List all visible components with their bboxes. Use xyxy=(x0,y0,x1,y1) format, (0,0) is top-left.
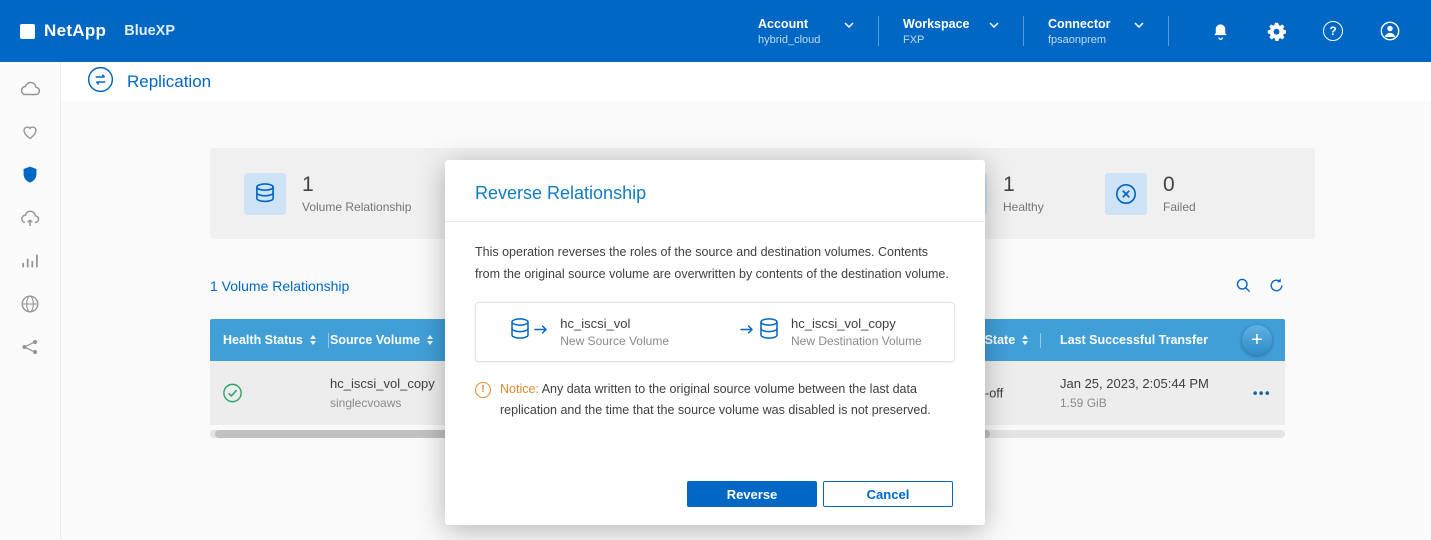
gear-icon[interactable] xyxy=(1266,21,1287,42)
header-menus: Account hybrid_cloud Workspace FXP Conne… xyxy=(734,0,1169,62)
volume-relationship-card: 1 Volume Relationship xyxy=(244,148,411,239)
chevron-down-icon xyxy=(989,17,999,31)
new-source-volume-name: hc_iscsi_vol xyxy=(560,316,669,331)
page-header: Replication xyxy=(61,62,1431,101)
sort-icon[interactable] xyxy=(1022,335,1028,345)
column-divider xyxy=(328,333,329,348)
user-icon[interactable] xyxy=(1379,20,1401,42)
help-icon[interactable]: ? xyxy=(1323,21,1343,41)
question-mark-glyph: ? xyxy=(1323,21,1343,41)
replication-icon xyxy=(87,66,114,98)
volume-relationship-count: 1 xyxy=(302,174,411,195)
brand-name: NetApp xyxy=(44,21,106,41)
sort-icon[interactable] xyxy=(427,335,433,345)
healthy-status-icon xyxy=(221,382,244,405)
globe-icon[interactable] xyxy=(17,291,43,317)
reverse-button[interactable]: Reverse xyxy=(687,481,817,507)
failed-cross-icon xyxy=(1105,173,1147,215)
source-volume-cell: hc_iscsi_vol_copy singlecvoaws xyxy=(330,376,435,410)
warning-icon: ! xyxy=(475,382,491,398)
chevron-down-icon xyxy=(1134,17,1144,31)
new-destination-volume-name: hc_iscsi_vol_copy xyxy=(791,316,922,331)
last-transfer-date: Jan 25, 2023, 2:05:44 PM xyxy=(1060,376,1209,391)
shield-icon[interactable] xyxy=(17,162,43,188)
last-transfer-size: 1.59 GiB xyxy=(1060,396,1209,410)
brand-product: BlueXP xyxy=(124,23,175,39)
dialog-title: Reverse Relationship xyxy=(475,183,955,204)
cancel-button[interactable]: Cancel xyxy=(823,481,953,507)
search-icon[interactable] xyxy=(1235,277,1252,294)
page-title: Replication xyxy=(127,72,211,92)
last-transfer-cell: Jan 25, 2023, 2:05:44 PM 1.59 GiB xyxy=(1060,376,1209,410)
dialog-footer: Reverse Cancel xyxy=(687,481,953,507)
failed-count: 0 xyxy=(1163,174,1196,195)
connector-menu-label: Connector xyxy=(1048,17,1111,31)
cloud-icon[interactable] xyxy=(17,76,43,102)
dialog-description: This operation reverses the roles of the… xyxy=(475,242,955,286)
volume-stack-icon xyxy=(244,173,286,215)
left-nav xyxy=(0,62,61,540)
new-destination-volume: hc_iscsi_vol_copy New Destination Volume xyxy=(739,316,922,348)
bar-chart-icon[interactable] xyxy=(17,248,43,274)
account-menu-label: Account xyxy=(758,17,808,31)
sort-icon[interactable] xyxy=(310,335,316,345)
workspace-menu[interactable]: Workspace FXP xyxy=(879,17,1023,46)
notice-text: Any data written to the original source … xyxy=(500,382,931,417)
failed-label: Failed xyxy=(1163,200,1196,214)
new-destination-volume-role: New Destination Volume xyxy=(791,334,922,348)
new-source-volume: hc_iscsi_vol New Source Volume xyxy=(508,316,669,348)
new-source-volume-role: New Source Volume xyxy=(560,334,669,348)
add-relationship-button[interactable]: + xyxy=(1242,325,1272,355)
source-volume-name: hc_iscsi_vol_copy xyxy=(330,376,435,391)
column-header-last-transfer[interactable]: Last Successful Transfer xyxy=(1060,319,1208,361)
cloud-sync-icon[interactable] xyxy=(17,205,43,231)
netapp-logo-icon xyxy=(20,24,35,39)
account-menu-value: hybrid_cloud xyxy=(758,34,854,46)
bell-icon[interactable] xyxy=(1211,21,1230,42)
source-volume-icon xyxy=(508,316,550,348)
header-icon-group: ? xyxy=(1169,20,1431,42)
notice-banner: ! Notice: Any data written to the origin… xyxy=(475,379,955,422)
chevron-down-icon xyxy=(844,17,854,31)
list-caption: 1 Volume Relationship xyxy=(210,278,349,294)
column-label: Health Status xyxy=(223,333,303,347)
nodes-icon[interactable] xyxy=(17,334,43,360)
workspace-menu-value: FXP xyxy=(903,34,999,46)
column-label: Source Volume xyxy=(330,333,420,347)
reverse-relationship-dialog: Reverse Relationship This operation reve… xyxy=(445,160,985,525)
dialog-header: Reverse Relationship xyxy=(445,160,985,222)
destination-volume-icon xyxy=(739,316,781,348)
app-header: NetApp BlueXP Account hybrid_cloud Works… xyxy=(0,0,1431,62)
brand: NetApp BlueXP xyxy=(0,21,175,41)
workspace-menu-label: Workspace xyxy=(903,17,969,31)
source-system-name: singlecvoaws xyxy=(330,396,435,410)
column-header-source-volume[interactable]: Source Volume xyxy=(330,319,446,361)
connector-menu-value: fpsaonprem xyxy=(1048,34,1144,46)
column-header-health-status[interactable]: Health Status xyxy=(223,319,329,361)
dialog-body: This operation reverses the roles of the… xyxy=(445,222,985,421)
column-divider xyxy=(1040,333,1041,348)
connector-menu[interactable]: Connector fpsaonprem xyxy=(1024,17,1168,46)
failed-card: 0 Failed xyxy=(1105,148,1196,239)
health-icon[interactable] xyxy=(17,119,43,145)
healthy-label: Healthy xyxy=(1003,200,1044,214)
refresh-icon[interactable] xyxy=(1268,277,1285,294)
notice-label: Notice: xyxy=(500,382,539,396)
column-label: Last Successful Transfer xyxy=(1060,333,1208,347)
volume-relationship-label: Volume Relationship xyxy=(302,200,411,214)
healthy-count: 1 xyxy=(1003,174,1044,195)
list-actions xyxy=(1235,277,1285,294)
row-actions-menu[interactable]: ••• xyxy=(1253,386,1271,401)
volume-roles-panel: hc_iscsi_vol New Source Volume hc_iscsi_… xyxy=(475,302,955,362)
account-menu[interactable]: Account hybrid_cloud xyxy=(734,17,878,46)
